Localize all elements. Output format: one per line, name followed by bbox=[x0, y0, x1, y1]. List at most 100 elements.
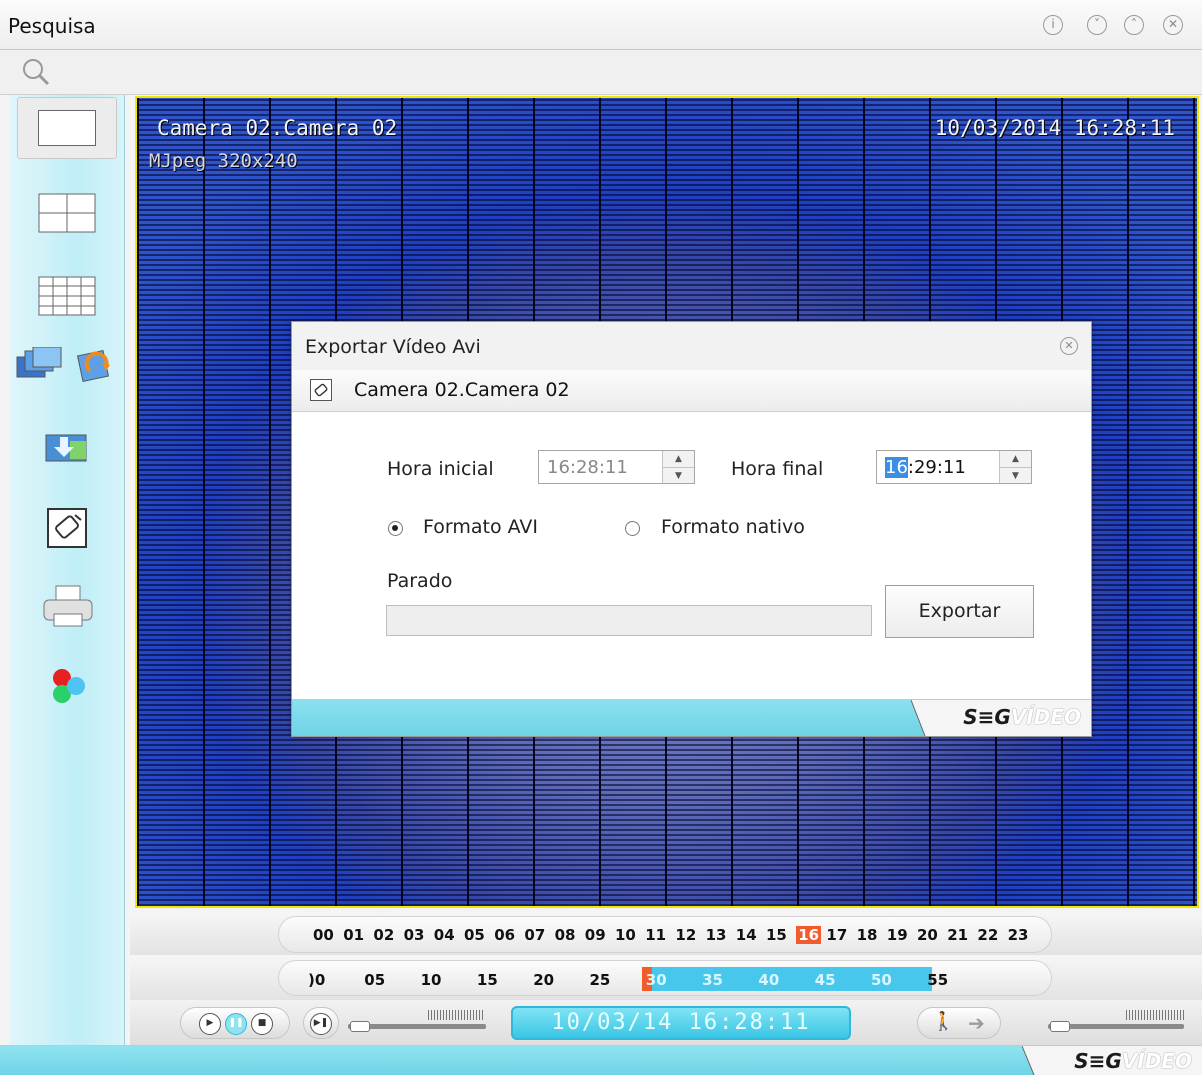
hour-label-15[interactable]: 15 bbox=[766, 926, 787, 944]
hour-label-22[interactable]: 22 bbox=[977, 926, 998, 944]
pause-icon[interactable]: ❚❚ bbox=[225, 1013, 247, 1035]
download-button[interactable] bbox=[40, 427, 96, 471]
hour-label-18[interactable]: 18 bbox=[857, 926, 878, 944]
info-icon[interactable]: i bbox=[1043, 15, 1063, 35]
hour-label-05[interactable]: 05 bbox=[464, 926, 485, 944]
end-time-value: 16:29:11 bbox=[885, 457, 966, 478]
dialog-title: Exportar Vídeo Avi bbox=[305, 336, 481, 358]
end-time-down-icon[interactable]: ▼ bbox=[1000, 467, 1031, 483]
monitors-icon bbox=[16, 347, 62, 378]
end-time-stepper[interactable]: ▲ ▼ bbox=[999, 451, 1031, 483]
start-time-up-icon[interactable]: ▲ bbox=[663, 451, 694, 467]
minute-label-35[interactable]: 35 bbox=[702, 971, 723, 989]
search-bar bbox=[0, 50, 1202, 95]
layout-single-button[interactable] bbox=[17, 97, 117, 159]
camera-export-icon bbox=[310, 379, 332, 401]
hour-label-14[interactable]: 14 bbox=[736, 926, 757, 944]
hour-label-12[interactable]: 12 bbox=[675, 926, 696, 944]
refresh-icon bbox=[76, 349, 110, 383]
start-time-stepper[interactable]: ▲ ▼ bbox=[662, 451, 694, 483]
minutes-track[interactable]: )0 05 10 15 20 25 30 35 40 45 50 55 bbox=[278, 960, 1052, 996]
hour-label-10[interactable]: 10 bbox=[615, 926, 636, 944]
hour-label-00[interactable]: 00 bbox=[313, 926, 334, 944]
hour-label-21[interactable]: 21 bbox=[947, 926, 968, 944]
colors-button[interactable] bbox=[44, 663, 94, 709]
hours-timeline: 00 01 02 03 04 05 06 07 08 09 10 11 12 13 14 15 16 17 18 19… bbox=[130, 912, 1202, 955]
stop-icon[interactable]: ■ bbox=[251, 1013, 273, 1035]
hour-label-09[interactable]: 09 bbox=[585, 926, 606, 944]
minute-label-55[interactable]: 55 bbox=[927, 971, 948, 989]
minute-label-00[interactable]: )0 bbox=[308, 971, 325, 989]
brand-logo: S≡GVÍDEO bbox=[963, 705, 1081, 729]
hour-label-16[interactable]: 16 bbox=[796, 926, 822, 944]
minute-label-25[interactable]: 25 bbox=[590, 971, 611, 989]
minimize-icon[interactable]: ˅ bbox=[1087, 15, 1107, 35]
minute-label-40[interactable]: 40 bbox=[758, 971, 779, 989]
dialog-footer: S≡GVÍDEO bbox=[292, 699, 1091, 736]
export-button[interactable]: Exportar bbox=[885, 585, 1034, 638]
play-icon[interactable]: ▶ bbox=[199, 1013, 221, 1035]
start-time-down-icon[interactable]: ▼ bbox=[663, 467, 694, 483]
refresh-button[interactable] bbox=[74, 345, 118, 389]
format-native-radio[interactable] bbox=[625, 521, 640, 536]
hour-label-02[interactable]: 02 bbox=[373, 926, 394, 944]
bottom-brand-logo: S≡GVÍDEO bbox=[1074, 1049, 1192, 1073]
window-title: Pesquisa bbox=[8, 14, 96, 38]
hours-track[interactable]: 00 01 02 03 04 05 06 07 08 09 10 11 12 13 14 15 16 17 18 19… bbox=[278, 916, 1052, 953]
minute-label-30[interactable]: 30 bbox=[646, 971, 667, 989]
minute-label-15[interactable]: 15 bbox=[477, 971, 498, 989]
maximize-icon[interactable]: ˄ bbox=[1124, 15, 1144, 35]
hour-label-04[interactable]: 04 bbox=[434, 926, 455, 944]
hour-label-20[interactable]: 20 bbox=[917, 926, 938, 944]
minute-label-45[interactable]: 45 bbox=[815, 971, 836, 989]
format-avi-radio[interactable] bbox=[388, 521, 403, 536]
hour-label-23[interactable]: 23 bbox=[1008, 926, 1029, 944]
minute-label-20[interactable]: 20 bbox=[533, 971, 554, 989]
close-icon[interactable]: ✕ bbox=[1163, 15, 1183, 35]
end-time-up-icon[interactable]: ▲ bbox=[1000, 451, 1031, 467]
hour-label-19[interactable]: 19 bbox=[887, 926, 908, 944]
export-dialog: Exportar Vídeo Avi ✕ Camera 02.Camera 02… bbox=[291, 321, 1092, 737]
dialog-camera-label: Camera 02.Camera 02 bbox=[354, 379, 570, 401]
hour-label-11[interactable]: 11 bbox=[645, 926, 666, 944]
export-progress-bar bbox=[386, 605, 872, 636]
export-avi-button[interactable] bbox=[44, 505, 90, 551]
datetime-overlay: 10/03/2014 16:28:11 bbox=[934, 116, 1175, 140]
hour-label-07[interactable]: 07 bbox=[524, 926, 545, 944]
search-icon[interactable] bbox=[20, 56, 52, 88]
playback-controls: ▶ ❚❚ ■ ▶❚ 10/03/14 16:28:11 🚶 ➔ bbox=[130, 1000, 1202, 1045]
hour-label-03[interactable]: 03 bbox=[404, 926, 425, 944]
volume-scale bbox=[1126, 1010, 1184, 1020]
layout-grid-button[interactable] bbox=[37, 275, 97, 317]
arrow-right-icon[interactable]: ➔ bbox=[968, 1011, 985, 1035]
hour-label-08[interactable]: 08 bbox=[555, 926, 576, 944]
end-time-rest: :29:11 bbox=[907, 457, 966, 478]
hour-label-13[interactable]: 13 bbox=[706, 926, 727, 944]
minute-label-05[interactable]: 05 bbox=[364, 971, 385, 989]
monitors-button[interactable] bbox=[14, 345, 66, 389]
hour-label-06[interactable]: 06 bbox=[494, 926, 515, 944]
step-icon[interactable]: ▶❚ bbox=[310, 1013, 332, 1035]
format-native-label[interactable]: Formato nativo bbox=[661, 516, 805, 538]
start-time-input[interactable]: 16:28:11 ▲ ▼ bbox=[538, 450, 695, 484]
layout-quad-button[interactable] bbox=[37, 192, 97, 234]
dialog-close-icon[interactable]: ✕ bbox=[1060, 337, 1078, 355]
start-time-value: 16:28:11 bbox=[547, 457, 628, 478]
brand-part1: S≡G bbox=[963, 705, 1011, 729]
hour-label-01[interactable]: 01 bbox=[343, 926, 364, 944]
hour-label-17[interactable]: 17 bbox=[826, 926, 847, 944]
format-avi-label[interactable]: Formato AVI bbox=[423, 516, 538, 538]
step-group: ▶❚ bbox=[303, 1007, 339, 1039]
dialog-header: Exportar Vídeo Avi ✕ bbox=[292, 322, 1091, 370]
colors-icon bbox=[53, 669, 85, 703]
minute-label-10[interactable]: 10 bbox=[421, 971, 442, 989]
start-time-label: Hora inicial bbox=[387, 458, 494, 480]
speed-scale bbox=[428, 1010, 484, 1020]
motion-icon[interactable]: 🚶 bbox=[932, 1011, 954, 1032]
end-time-input[interactable]: 16:29:11 ▲ ▼ bbox=[876, 450, 1032, 484]
download-icon bbox=[45, 434, 87, 462]
print-button[interactable] bbox=[40, 583, 96, 631]
speed-slider-knob[interactable] bbox=[350, 1021, 370, 1032]
minute-label-50[interactable]: 50 bbox=[871, 971, 892, 989]
volume-slider-knob[interactable] bbox=[1050, 1021, 1070, 1032]
